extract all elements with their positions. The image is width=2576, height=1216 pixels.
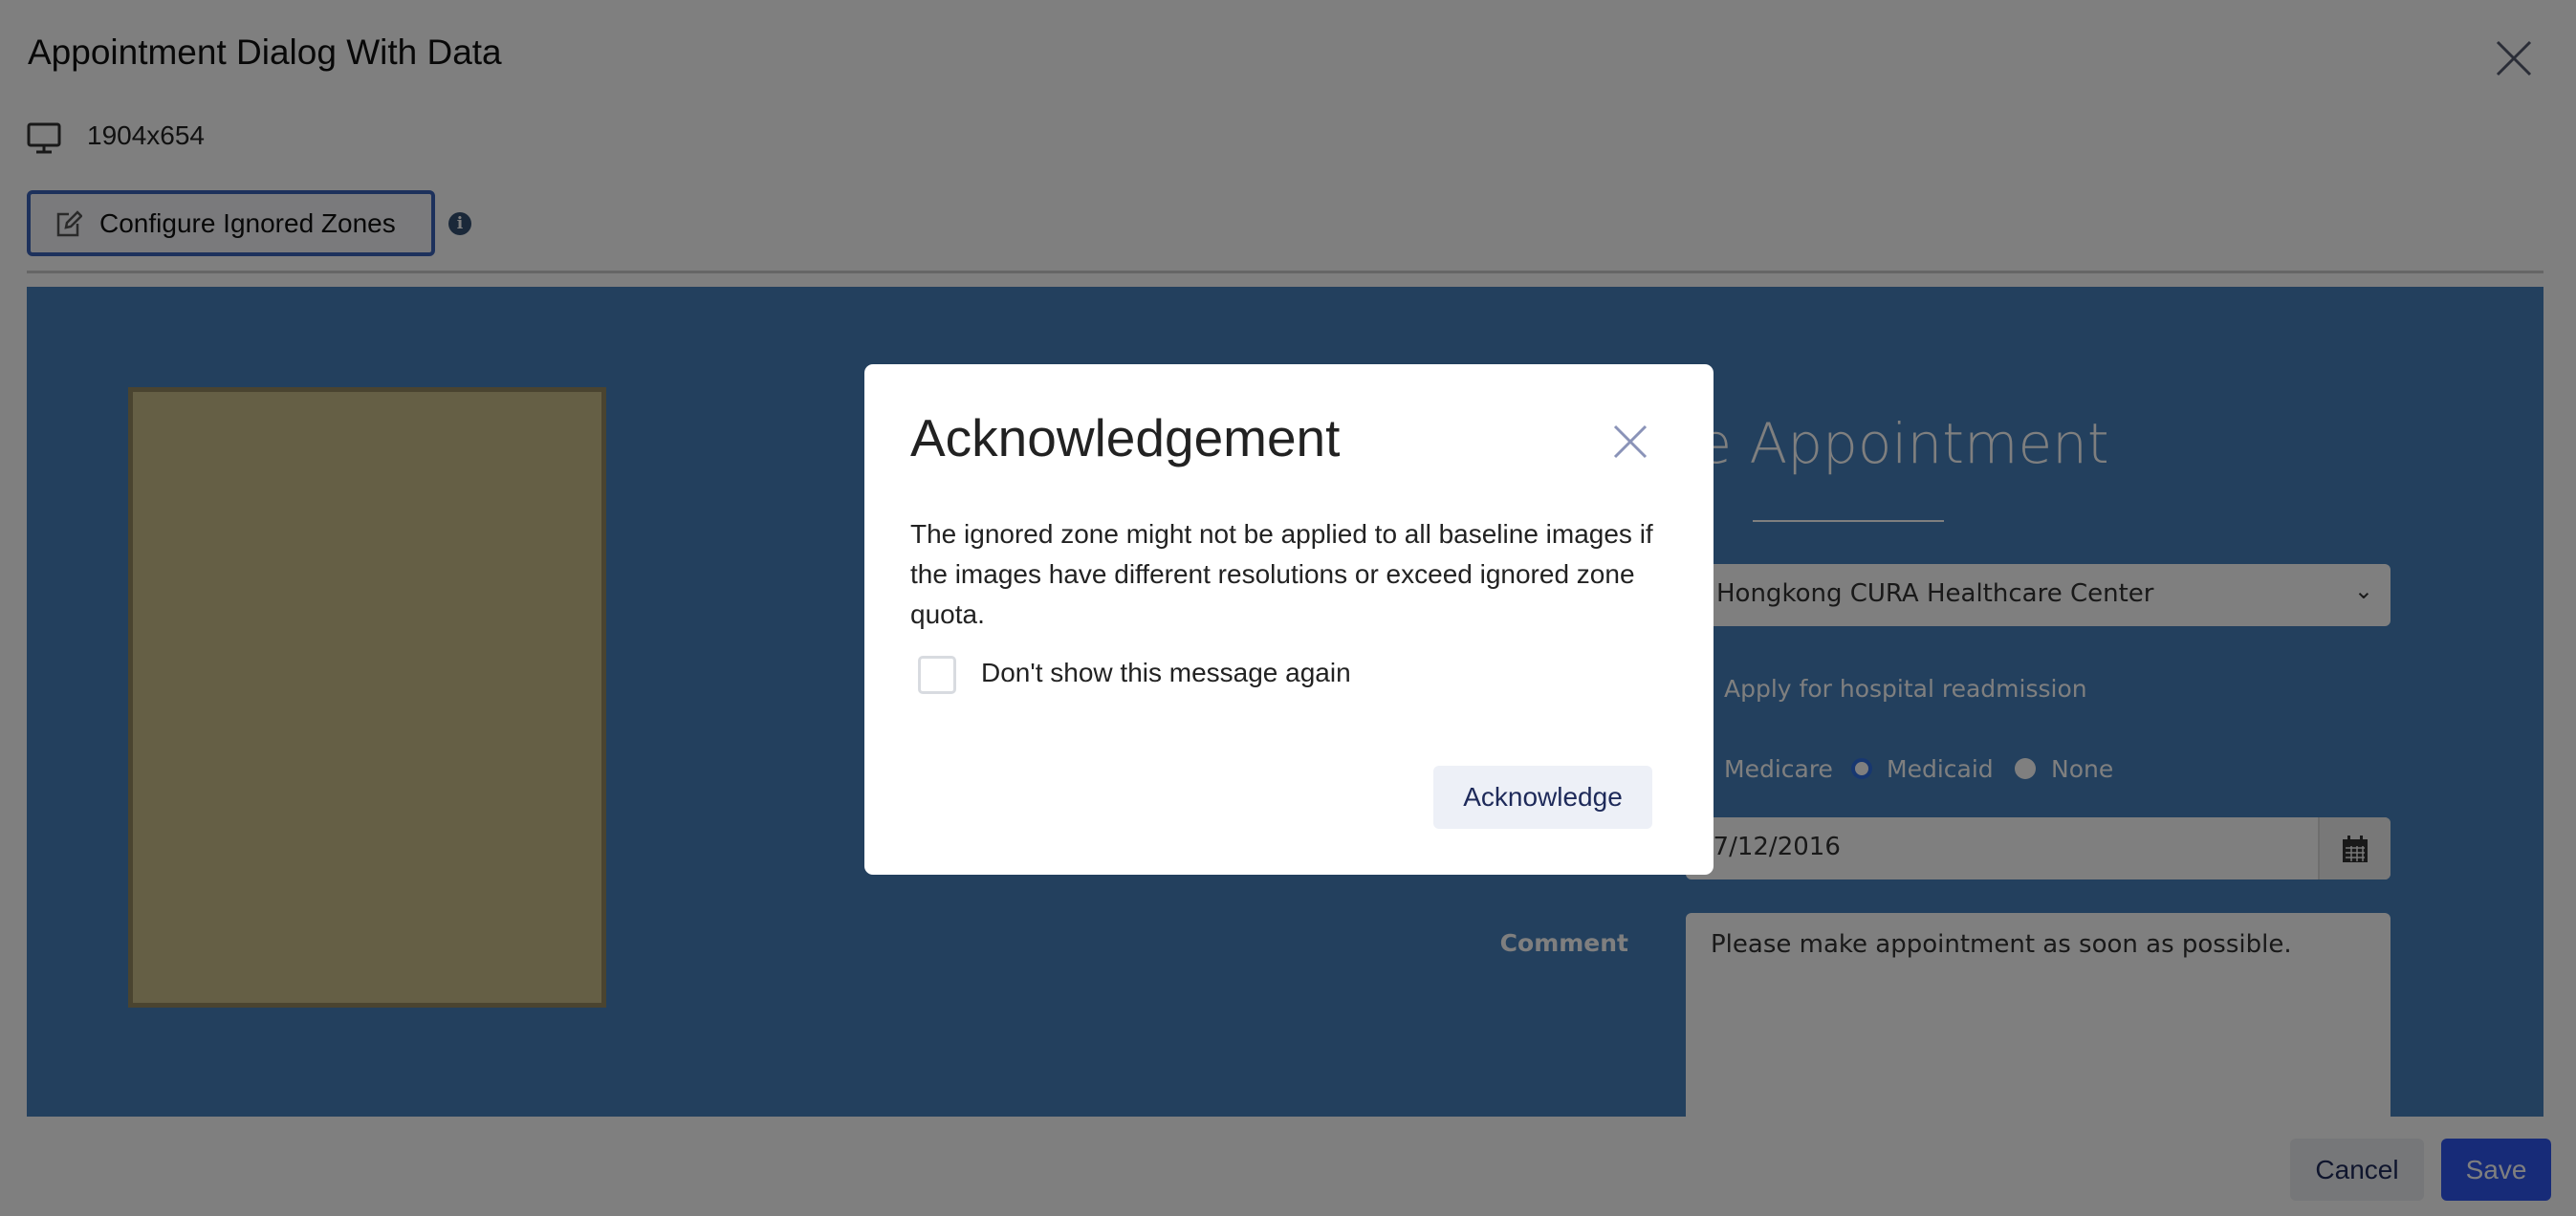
modal-title: Acknowledgement	[910, 408, 1341, 467]
dont-show-again-checkbox[interactable]	[918, 656, 956, 694]
modal-message: The ignored zone might not be applied to…	[910, 519, 1653, 629]
close-icon[interactable]	[1612, 423, 1648, 460]
acknowledgement-modal: Acknowledgement The ignored zone might n…	[864, 364, 1714, 875]
dont-show-again-label[interactable]: Don't show this message again	[981, 658, 1351, 688]
acknowledge-button[interactable]: Acknowledge	[1433, 766, 1652, 829]
